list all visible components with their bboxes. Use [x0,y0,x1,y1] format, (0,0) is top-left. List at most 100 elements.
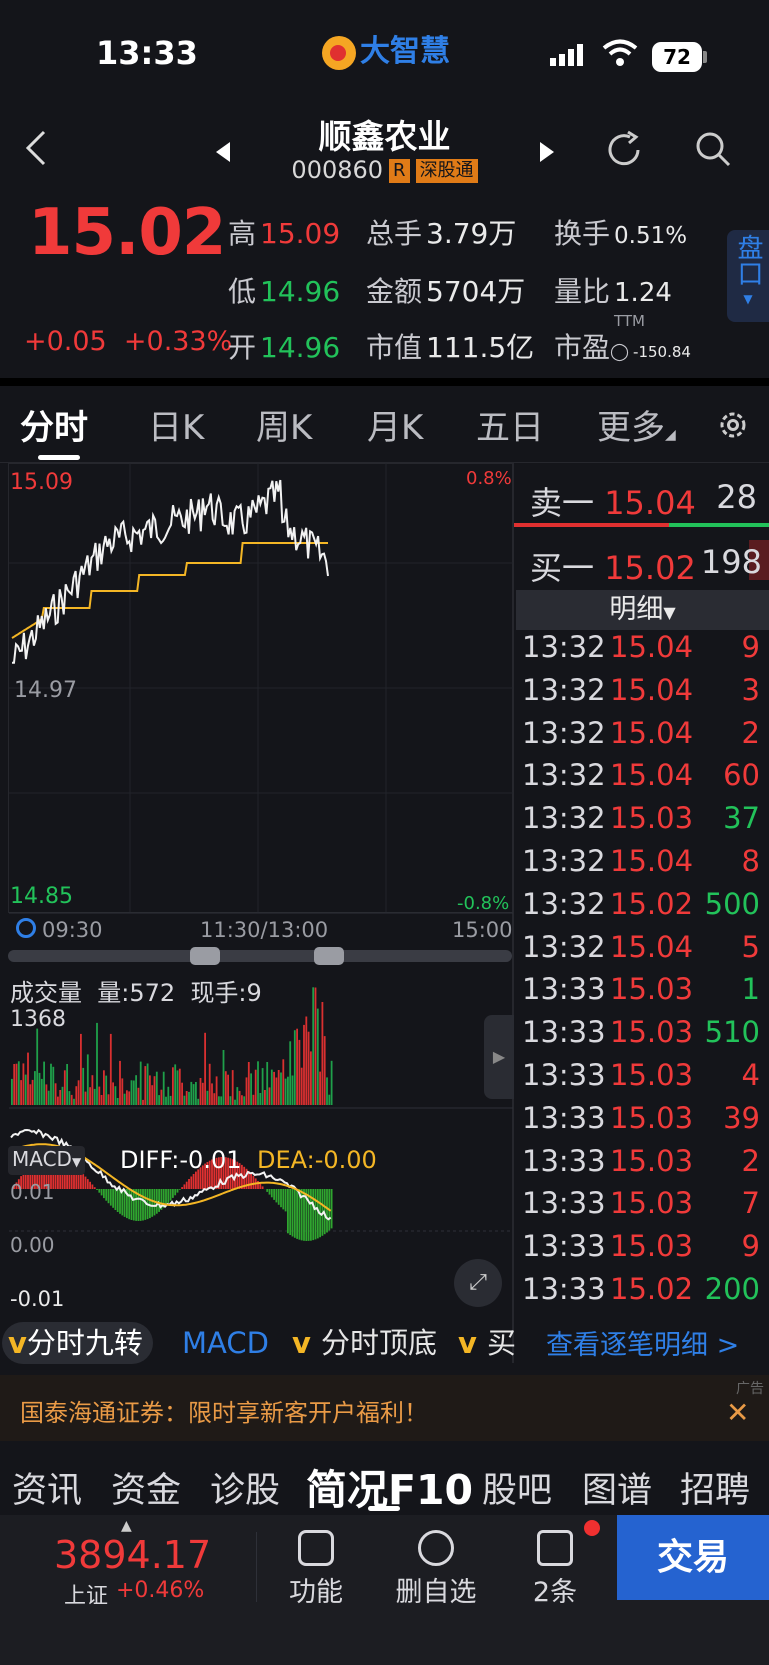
ad-text[interactable]: 国泰海通证券：限时享新客开户福利！ [20,1393,428,1428]
trade-detail-header[interactable]: 明细▼ [516,590,769,630]
macd-bar [289,1189,292,1235]
volume-bar [86,1054,89,1105]
macd-bar [275,1189,278,1203]
macd-bar [252,1175,255,1189]
expand-panel-icon[interactable]: ▶ [484,1015,514,1099]
volume-bar [261,1068,264,1105]
macd-bar [96,1189,98,1190]
stock-code: 000860 [291,156,384,184]
pill-nine-turn[interactable]: v分时九转 [2,1322,153,1364]
macd-bar [316,1189,319,1239]
macd-bar [107,1189,110,1204]
trade-price: 15.03 [610,1143,694,1178]
nav-funds[interactable]: 资金 [111,1462,181,1513]
turnover-label: 换手 [554,217,611,250]
trade-volume: 60 [723,758,760,793]
macd-bar [132,1189,135,1221]
trade-time: 13:32 [522,929,606,964]
volume-bar [282,1059,285,1105]
volume-bar [296,1028,298,1105]
volume-bar [40,1078,43,1105]
macd-bar [250,1173,252,1189]
macd-bar [165,1189,167,1206]
pill-buy-point[interactable]: v 买 [458,1322,516,1364]
nav-news[interactable]: 资讯 [12,1462,82,1513]
order-book-tab[interactable]: 盘口 ▼ [727,230,769,322]
volume-bar [252,1094,255,1105]
scroll-handle-left[interactable] [190,947,220,965]
messages-button[interactable]: 2条 [500,1530,610,1609]
clock-icon[interactable] [16,918,36,938]
trade-price: 15.03 [610,1229,694,1264]
remove-watchlist-button[interactable]: 删自选 [381,1530,491,1609]
volume-bar [236,1087,239,1105]
volume-bar [63,1070,66,1105]
macd-bar [91,1184,94,1189]
volume-bar [213,1093,216,1105]
ad-tag: 广告 [736,1381,764,1397]
view-all-trades-link[interactable]: 查看逐笔明细 > [546,1323,739,1362]
nav-jobs[interactable]: 招聘 [680,1462,750,1513]
macd-bar [183,1184,186,1189]
ask-1-price: 15.04 [604,484,696,522]
next-stock-icon[interactable] [538,142,554,162]
tab-more[interactable]: 更多◢ [597,400,676,449]
volume-bar [275,1077,278,1105]
tab-intraday[interactable]: 分时 [20,400,88,449]
stat-low: 低 14.96 [228,270,340,310]
stat-volume: 总手 3.79万 [366,212,516,252]
volume-bar [84,1091,87,1105]
turnover-value: 0.51% [614,223,688,249]
volume-bar [98,1086,101,1105]
trade-row: 13:32 15.04 2 [520,716,760,758]
nav-graph[interactable]: 图谱 [582,1462,652,1513]
macd-axis-zero: 0.00 [10,1233,55,1257]
volume-bar [277,1070,280,1105]
volume-bar [61,1086,64,1105]
trade-row: 13:33 15.03 510 [520,1015,760,1057]
low-label: 低 [228,275,257,308]
macd-bar [268,1189,271,1195]
refresh-icon[interactable] [604,130,644,170]
volume-bar [15,1063,18,1105]
trade-row: 13:32 15.04 60 [520,758,760,800]
trade-price: 15.03 [610,1015,694,1050]
volume-bar [250,1073,252,1105]
macd-bar [105,1189,108,1201]
pill-top-bottom[interactable]: v 分时顶底 [292,1322,437,1364]
volume-bar [38,1072,41,1105]
volume-bar [135,1075,137,1105]
info-circle-icon[interactable]: ◯ [610,342,629,362]
nav-forum[interactable]: 股吧 [482,1462,552,1513]
index-value[interactable]: 3894.17 [54,1533,211,1577]
tab-five-day[interactable]: 五日 [476,400,544,449]
volume-bar [57,1096,59,1105]
messages-label: 2条 [532,1577,578,1608]
volume-bar [270,1069,273,1105]
trade-price: 15.02 [610,886,694,921]
search-icon[interactable] [694,130,732,168]
function-button[interactable]: 功能 [261,1530,371,1609]
fullscreen-icon[interactable]: ⤢ [454,1259,502,1307]
macd-selector[interactable]: MACD▼ [8,1146,86,1175]
order-book-tab-label: 盘口 [733,234,763,286]
trade-volume: 8 [741,844,760,878]
volume-bar [103,1070,105,1105]
tab-monthly-k[interactable]: 月K [367,400,423,449]
intraday-chart[interactable] [0,463,514,1323]
scroll-handle-right[interactable] [314,947,344,965]
chart-scrollbar[interactable] [8,950,512,962]
volume-bar [273,1071,275,1105]
macd-bar [98,1189,101,1193]
volume-bar [291,1075,294,1105]
pill-macd[interactable]: MACD [182,1322,269,1364]
trade-button[interactable]: 交易 [617,1515,769,1600]
gear-icon[interactable] [716,408,750,442]
macd-bar [261,1186,264,1189]
close-icon[interactable]: ✕ [726,1396,749,1429]
tab-weekly-k[interactable]: 周K [256,400,312,449]
tab-daily-k[interactable]: 日K [148,400,204,449]
change-percent: +0.33% [123,326,233,357]
volume-bar [165,1096,167,1105]
nav-diagnosis[interactable]: 诊股 [210,1462,280,1513]
